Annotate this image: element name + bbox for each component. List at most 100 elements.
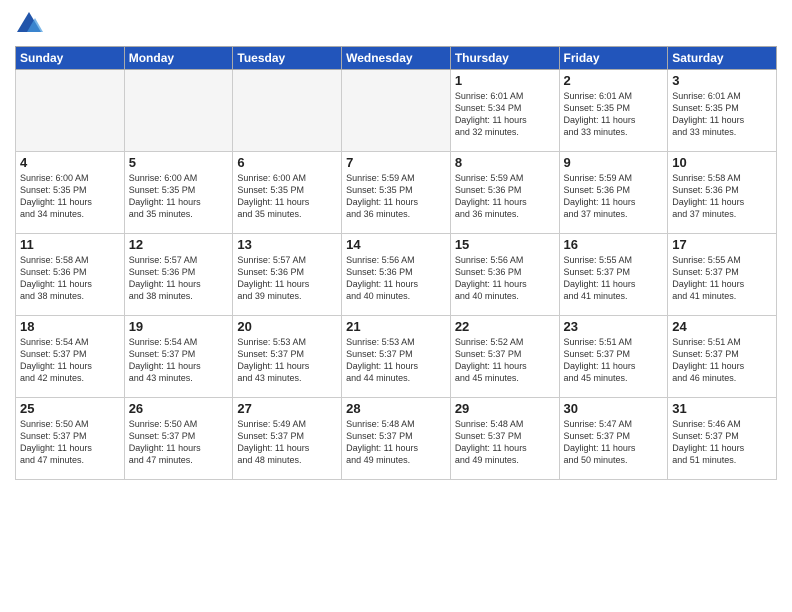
calendar-cell: 3 Sunrise: 6:01 AM Sunset: 5:35 PM Daylig… xyxy=(668,70,777,152)
calendar-cell: 25 Sunrise: 5:50 AM Sunset: 5:37 PM Dayli… xyxy=(16,398,125,480)
calendar-cell: 26 Sunrise: 5:50 AM Sunset: 5:37 PM Dayli… xyxy=(124,398,233,480)
day-info: Sunrise: 6:00 AM Sunset: 5:35 PM Dayligh… xyxy=(129,172,229,221)
calendar-cell: 11 Sunrise: 5:58 AM Sunset: 5:36 PM Dayli… xyxy=(16,234,125,316)
day-number: 3 xyxy=(672,73,772,88)
calendar-cell: 15 Sunrise: 5:56 AM Sunset: 5:36 PM Dayli… xyxy=(450,234,559,316)
day-info: Sunrise: 5:58 AM Sunset: 5:36 PM Dayligh… xyxy=(672,172,772,221)
day-number: 26 xyxy=(129,401,229,416)
calendar-cell: 19 Sunrise: 5:54 AM Sunset: 5:37 PM Dayli… xyxy=(124,316,233,398)
day-number: 5 xyxy=(129,155,229,170)
day-number: 20 xyxy=(237,319,337,334)
calendar-cell: 17 Sunrise: 5:55 AM Sunset: 5:37 PM Dayli… xyxy=(668,234,777,316)
logo-icon xyxy=(15,10,43,38)
day-number: 17 xyxy=(672,237,772,252)
day-info: Sunrise: 5:50 AM Sunset: 5:37 PM Dayligh… xyxy=(20,418,120,467)
day-number: 2 xyxy=(564,73,664,88)
calendar-cell: 18Sunrise: 5:54 AM Sunset: 5:37 PM Dayli… xyxy=(16,316,125,398)
day-header-wednesday: Wednesday xyxy=(342,47,451,70)
day-info: Sunrise: 5:48 AM Sunset: 5:37 PM Dayligh… xyxy=(455,418,555,467)
week-row-0: 1Sunrise: 6:01 AM Sunset: 5:34 PM Daylig… xyxy=(16,70,777,152)
day-info: Sunrise: 5:53 AM Sunset: 5:37 PM Dayligh… xyxy=(346,336,446,385)
day-number: 6 xyxy=(237,155,337,170)
day-number: 8 xyxy=(455,155,555,170)
day-number: 14 xyxy=(346,237,446,252)
day-number: 16 xyxy=(564,237,664,252)
day-number: 27 xyxy=(237,401,337,416)
day-number: 9 xyxy=(564,155,664,170)
day-number: 11 xyxy=(20,237,120,252)
calendar: SundayMondayTuesdayWednesdayThursdayFrid… xyxy=(15,46,777,480)
calendar-cell xyxy=(124,70,233,152)
calendar-cell: 14 Sunrise: 5:56 AM Sunset: 5:36 PM Dayli… xyxy=(342,234,451,316)
day-header-thursday: Thursday xyxy=(450,47,559,70)
day-number: 23 xyxy=(564,319,664,334)
day-info: Sunrise: 5:47 AM Sunset: 5:37 PM Dayligh… xyxy=(564,418,664,467)
day-info: Sunrise: 5:59 AM Sunset: 5:36 PM Dayligh… xyxy=(455,172,555,221)
day-header-tuesday: Tuesday xyxy=(233,47,342,70)
calendar-cell: 23 Sunrise: 5:51 AM Sunset: 5:37 PM Dayli… xyxy=(559,316,668,398)
calendar-cell: 27 Sunrise: 5:49 AM Sunset: 5:37 PM Dayli… xyxy=(233,398,342,480)
calendar-body: 1Sunrise: 6:01 AM Sunset: 5:34 PM Daylig… xyxy=(16,70,777,480)
week-row-2: 11 Sunrise: 5:58 AM Sunset: 5:36 PM Dayli… xyxy=(16,234,777,316)
day-info: Sunrise: 5:54 AM Sunset: 5:37 PM Dayligh… xyxy=(20,336,120,385)
day-info: Sunrise: 5:54 AM Sunset: 5:37 PM Dayligh… xyxy=(129,336,229,385)
day-info: Sunrise: 6:00 AM Sunset: 5:35 PM Dayligh… xyxy=(20,172,120,221)
day-number: 24 xyxy=(672,319,772,334)
day-number: 21 xyxy=(346,319,446,334)
day-info: Sunrise: 5:53 AM Sunset: 5:37 PM Dayligh… xyxy=(237,336,337,385)
day-info: Sunrise: 5:57 AM Sunset: 5:36 PM Dayligh… xyxy=(129,254,229,303)
day-info: Sunrise: 5:50 AM Sunset: 5:37 PM Dayligh… xyxy=(129,418,229,467)
day-info: Sunrise: 5:58 AM Sunset: 5:36 PM Dayligh… xyxy=(20,254,120,303)
day-number: 29 xyxy=(455,401,555,416)
day-number: 25 xyxy=(20,401,120,416)
day-number: 12 xyxy=(129,237,229,252)
day-info: Sunrise: 5:55 AM Sunset: 5:37 PM Dayligh… xyxy=(672,254,772,303)
calendar-cell: 10 Sunrise: 5:58 AM Sunset: 5:36 PM Dayli… xyxy=(668,152,777,234)
day-number: 10 xyxy=(672,155,772,170)
day-info: Sunrise: 5:49 AM Sunset: 5:37 PM Dayligh… xyxy=(237,418,337,467)
day-info: Sunrise: 5:56 AM Sunset: 5:36 PM Dayligh… xyxy=(346,254,446,303)
day-info: Sunrise: 5:56 AM Sunset: 5:36 PM Dayligh… xyxy=(455,254,555,303)
page: SundayMondayTuesdayWednesdayThursdayFrid… xyxy=(0,0,792,612)
calendar-cell: 24 Sunrise: 5:51 AM Sunset: 5:37 PM Dayli… xyxy=(668,316,777,398)
calendar-cell: 20 Sunrise: 5:53 AM Sunset: 5:37 PM Dayli… xyxy=(233,316,342,398)
calendar-cell xyxy=(233,70,342,152)
day-info: Sunrise: 6:00 AM Sunset: 5:35 PM Dayligh… xyxy=(237,172,337,221)
day-info: Sunrise: 5:51 AM Sunset: 5:37 PM Dayligh… xyxy=(672,336,772,385)
calendar-cell: 12 Sunrise: 5:57 AM Sunset: 5:36 PM Dayli… xyxy=(124,234,233,316)
calendar-cell: 16 Sunrise: 5:55 AM Sunset: 5:37 PM Dayli… xyxy=(559,234,668,316)
day-number: 22 xyxy=(455,319,555,334)
calendar-cell: 4 Sunrise: 6:00 AM Sunset: 5:35 PM Daylig… xyxy=(16,152,125,234)
day-number: 30 xyxy=(564,401,664,416)
day-header-sunday: Sunday xyxy=(16,47,125,70)
calendar-cell: 6 Sunrise: 6:00 AM Sunset: 5:35 PM Daylig… xyxy=(233,152,342,234)
calendar-cell: 22Sunrise: 5:52 AM Sunset: 5:37 PM Dayli… xyxy=(450,316,559,398)
day-info: Sunrise: 5:59 AM Sunset: 5:36 PM Dayligh… xyxy=(564,172,664,221)
calendar-cell: 30 Sunrise: 5:47 AM Sunset: 5:37 PM Dayli… xyxy=(559,398,668,480)
calendar-cell: 29 Sunrise: 5:48 AM Sunset: 5:37 PM Dayli… xyxy=(450,398,559,480)
week-row-3: 18Sunrise: 5:54 AM Sunset: 5:37 PM Dayli… xyxy=(16,316,777,398)
day-number: 4 xyxy=(20,155,120,170)
calendar-cell xyxy=(16,70,125,152)
day-number: 28 xyxy=(346,401,446,416)
day-header-saturday: Saturday xyxy=(668,47,777,70)
calendar-cell: 7 Sunrise: 5:59 AM Sunset: 5:35 PM Daylig… xyxy=(342,152,451,234)
day-header-friday: Friday xyxy=(559,47,668,70)
day-number: 19 xyxy=(129,319,229,334)
calendar-header: SundayMondayTuesdayWednesdayThursdayFrid… xyxy=(16,47,777,70)
day-number: 31 xyxy=(672,401,772,416)
day-info: Sunrise: 5:59 AM Sunset: 5:35 PM Dayligh… xyxy=(346,172,446,221)
day-info: Sunrise: 5:51 AM Sunset: 5:37 PM Dayligh… xyxy=(564,336,664,385)
day-number: 13 xyxy=(237,237,337,252)
calendar-cell: 5 Sunrise: 6:00 AM Sunset: 5:35 PM Daylig… xyxy=(124,152,233,234)
day-number: 7 xyxy=(346,155,446,170)
day-info: Sunrise: 5:57 AM Sunset: 5:36 PM Dayligh… xyxy=(237,254,337,303)
day-number: 15 xyxy=(455,237,555,252)
calendar-cell: 9 Sunrise: 5:59 AM Sunset: 5:36 PM Daylig… xyxy=(559,152,668,234)
week-row-1: 4 Sunrise: 6:00 AM Sunset: 5:35 PM Daylig… xyxy=(16,152,777,234)
day-info: Sunrise: 5:46 AM Sunset: 5:37 PM Dayligh… xyxy=(672,418,772,467)
calendar-cell: 28Sunrise: 5:48 AM Sunset: 5:37 PM Dayli… xyxy=(342,398,451,480)
day-info: Sunrise: 6:01 AM Sunset: 5:35 PM Dayligh… xyxy=(672,90,772,139)
day-info: Sunrise: 5:55 AM Sunset: 5:37 PM Dayligh… xyxy=(564,254,664,303)
calendar-cell: 13 Sunrise: 5:57 AM Sunset: 5:36 PM Dayli… xyxy=(233,234,342,316)
